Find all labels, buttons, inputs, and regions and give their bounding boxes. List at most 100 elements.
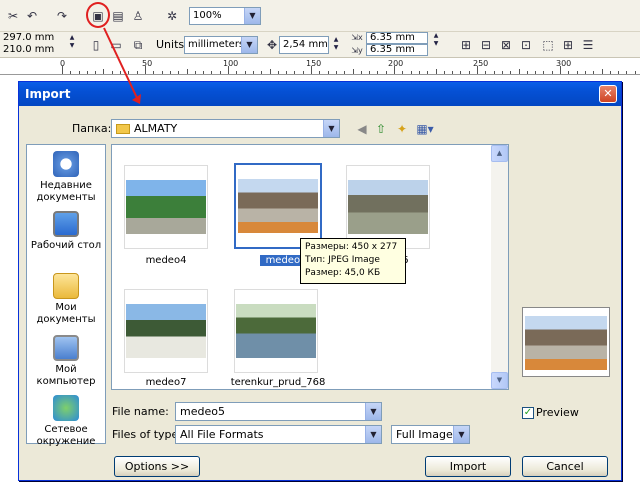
tooltip-filesize: Размер: 45,0 КБ (305, 268, 381, 278)
snap-to-guidelines-icon[interactable]: ⊟ (476, 35, 496, 55)
ruler-label: 200 (388, 59, 404, 68)
ruler-tick (585, 71, 586, 74)
duplicate-spinner-icon[interactable]: ▲ ▼ (430, 32, 442, 48)
up-folder-icon[interactable]: ⇧ (371, 119, 391, 139)
import-button[interactable]: Import (425, 456, 511, 477)
portrait-icon[interactable]: ▯ (86, 35, 106, 55)
file-name[interactable]: medeo4 (116, 255, 216, 266)
ruler-tick (386, 71, 387, 74)
place-label: Мои документы (36, 302, 96, 325)
file-thumbnail[interactable] (124, 289, 208, 373)
recent-documents-icon (53, 151, 79, 177)
nudge-spinner-icon[interactable]: ▲ ▼ (330, 36, 342, 52)
file-name[interactable]: terenkur_prud_768 (220, 377, 336, 388)
file-thumbnail-selected[interactable] (234, 163, 322, 249)
ruler-tick (195, 71, 196, 74)
nudge-distance-field[interactable]: 2,54 mm (279, 36, 329, 54)
ruler-tick (286, 71, 287, 74)
file-thumbnail[interactable] (346, 165, 430, 249)
ruler-tick (103, 69, 104, 74)
folder-select[interactable]: ALMATY ▼ (111, 119, 340, 138)
close-button[interactable]: ✕ (599, 85, 617, 103)
files-of-type-value: All File Formats (180, 428, 264, 441)
import-dialog: Import ✕ Папка: ALMATY ▼ ◀ ⇧ ✦ ▦▾ Недавн… (18, 81, 622, 481)
ruler-tick (460, 71, 461, 74)
scroll-up-icon[interactable]: ▲ (491, 145, 508, 162)
page-size-spinner-icon[interactable]: ▲ ▼ (66, 34, 78, 50)
options-icon[interactable]: ⊞ (558, 35, 578, 55)
snap-to-objects-icon[interactable]: ⊠ (496, 35, 516, 55)
import-mode-select[interactable]: Full Image ▼ (391, 425, 470, 444)
file-thumbnail[interactable] (124, 165, 208, 249)
new-folder-icon[interactable]: ✦ (392, 119, 412, 139)
ruler-tick (128, 71, 129, 74)
file-thumbnail[interactable] (234, 289, 318, 373)
chevron-down-icon: ▼ (241, 37, 257, 53)
duplicate-x-field[interactable]: 6.35 mm (366, 32, 428, 44)
place-my-computer[interactable]: Мой компьютер (27, 335, 105, 388)
units-select[interactable]: millimeters ▼ (184, 36, 258, 54)
redo-icon[interactable]: ↷ (52, 6, 72, 26)
ruler-tick (211, 71, 212, 74)
ruler-tick (444, 71, 445, 74)
chevron-down-icon: ▼ (365, 426, 381, 443)
view-menu-icon[interactable]: ▦▾ (415, 119, 435, 139)
page-height-field[interactable]: 210.0 mm (0, 44, 66, 57)
ruler-tick (278, 71, 279, 74)
file-name-input[interactable]: medeo5 ▼ (175, 402, 382, 421)
duplicate-y-field[interactable]: 6.35 mm (366, 44, 428, 56)
application-launcher-icon[interactable]: ♙ (128, 6, 148, 26)
landscape-icon[interactable]: ▭ (106, 35, 126, 55)
scroll-down-icon[interactable]: ▼ (491, 372, 508, 389)
all-pages-icon[interactable]: ⧉ (128, 35, 148, 55)
cut-icon[interactable]: ✂ (3, 6, 23, 26)
dialog-titlebar[interactable]: Import (19, 82, 621, 106)
ruler-tick (137, 71, 138, 74)
ruler-tick (112, 71, 113, 74)
network-icon (53, 395, 79, 421)
treat-as-filled-icon[interactable]: ⬚ (538, 35, 558, 55)
zoom-level-select[interactable]: 100% ▼ (189, 7, 261, 25)
ruler-tick (170, 71, 171, 74)
files-of-type-select[interactable]: All File Formats ▼ (175, 425, 382, 444)
place-network[interactable]: Сетевое окружение (27, 395, 105, 448)
snap-to-grid-icon[interactable]: ⊞ (456, 35, 476, 55)
ruler-tick (577, 71, 578, 74)
corel-online-icon[interactable]: ✲ (162, 6, 182, 26)
options-button[interactable]: Options >> (114, 456, 200, 477)
duplicate-y-value: 6.35 mm (370, 44, 415, 55)
ruler-tick (361, 71, 362, 74)
ruler-tick (610, 71, 611, 74)
place-desktop[interactable]: Рабочий стол (27, 211, 105, 252)
preview-checkbox[interactable]: ✓ (522, 407, 534, 419)
ruler-tick (436, 69, 437, 74)
desktop-icon (53, 211, 79, 237)
export-icon[interactable]: ▤ (108, 6, 128, 26)
vertical-scrollbar[interactable]: ▲ ▼ (491, 145, 508, 389)
chevron-down-icon: ▼ (323, 120, 339, 137)
place-recent[interactable]: Недавние документы (27, 151, 105, 204)
folder-icon (116, 124, 130, 134)
ruler-tick (593, 71, 594, 74)
ruler-tick (411, 71, 412, 74)
cancel-button[interactable]: Cancel (522, 456, 608, 477)
ruler-tick (270, 69, 271, 74)
ruler-tick (79, 71, 80, 74)
file-name[interactable]: medeo7 (116, 377, 216, 388)
undo-icon[interactable]: ↶ (22, 6, 42, 26)
chevron-down-icon: ▼ (244, 8, 260, 24)
page-height-value: 210.0 mm (3, 44, 55, 55)
ruler-tick (369, 71, 370, 74)
ruler-label: 100 (223, 59, 239, 68)
list-options-icon[interactable]: ☰ (578, 35, 598, 55)
ruler-tick (552, 71, 553, 74)
place-my-documents[interactable]: Мои документы (27, 273, 105, 326)
ruler-tick (510, 71, 511, 74)
ruler-label: 50 (142, 59, 153, 68)
folder-value: ALMATY (134, 122, 178, 135)
chevron-down-icon: ▼ (453, 426, 469, 443)
nudge-distance-value: 2,54 mm (283, 39, 328, 50)
ruler-tick (145, 66, 146, 74)
back-icon[interactable]: ◀ (352, 119, 372, 139)
dynamic-guides-icon[interactable]: ⊡ (516, 35, 536, 55)
